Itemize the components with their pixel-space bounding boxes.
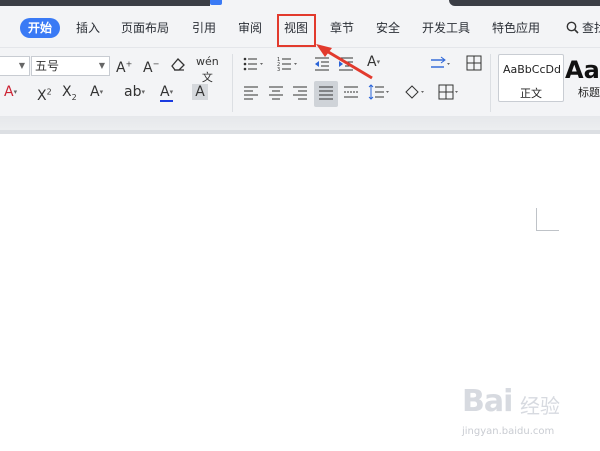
baidu-jingyan-watermark: Bai 经验 jingyan.baidu.com bbox=[460, 384, 600, 444]
watermark-brand-suffix: 经验 bbox=[520, 394, 560, 418]
watermark-brand: Bai bbox=[462, 384, 513, 419]
watermark-url: jingyan.baidu.com bbox=[462, 426, 555, 437]
